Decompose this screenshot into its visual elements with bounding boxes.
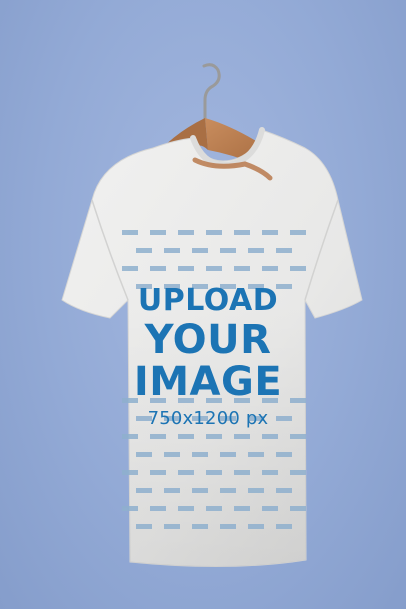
dash-mark [178, 230, 194, 235]
dash-mark [262, 266, 278, 271]
dash-mark [150, 230, 166, 235]
dash-mark [192, 488, 208, 493]
dash-mark [122, 506, 138, 511]
placeholder-line-your: YOUR [144, 317, 272, 363]
placeholder-line-image: IMAGE [133, 359, 283, 405]
dash-mark [234, 434, 250, 439]
upload-placeholder[interactable]: UPLOAD YOUR IMAGE 750x1200 px [118, 286, 298, 428]
placeholder-line-upload: UPLOAD [137, 283, 279, 318]
dash-mark [206, 434, 222, 439]
dash-mark [290, 506, 306, 511]
dash-mark [290, 470, 306, 475]
dash-mark [192, 248, 208, 253]
dash-mark [178, 506, 194, 511]
dash-mark [164, 524, 180, 529]
dash-mark [136, 248, 152, 253]
dash-mark [150, 470, 166, 475]
dash-mark [248, 248, 264, 253]
dash-mark [192, 524, 208, 529]
dash-mark [290, 266, 306, 271]
dash-mark [206, 230, 222, 235]
dash-mark [234, 506, 250, 511]
dash-mark [262, 230, 278, 235]
dash-mark [220, 524, 236, 529]
dash-mark [122, 434, 138, 439]
dash-mark [276, 524, 292, 529]
dash-mark [262, 470, 278, 475]
dash-mark [164, 452, 180, 457]
dash-mark [276, 248, 292, 253]
dash-mark [234, 470, 250, 475]
dash-mark [248, 452, 264, 457]
dash-mark [206, 470, 222, 475]
dash-mark [136, 452, 152, 457]
dash-mark [276, 488, 292, 493]
dash-mark [234, 266, 250, 271]
dash-mark [206, 506, 222, 511]
dash-mark [164, 248, 180, 253]
dash-mark [164, 488, 180, 493]
dash-mark [262, 434, 278, 439]
dash-mark [234, 230, 250, 235]
dash-mark [248, 488, 264, 493]
dash-mark [290, 230, 306, 235]
dash-mark [122, 266, 138, 271]
dash-mark [220, 488, 236, 493]
dash-mark [290, 434, 306, 439]
dash-mark [150, 506, 166, 511]
dash-mark [178, 470, 194, 475]
dash-mark [192, 452, 208, 457]
dash-mark [150, 266, 166, 271]
dash-mark [178, 266, 194, 271]
dash-mark [122, 230, 138, 235]
mockup-scene: UPLOAD YOUR IMAGE 750x1200 px [0, 0, 406, 609]
dash-mark [276, 452, 292, 457]
dash-mark [248, 524, 264, 529]
placeholder-dimensions: 750x1200 px [147, 408, 269, 429]
dash-mark [136, 524, 152, 529]
dash-mark [150, 434, 166, 439]
dash-mark [220, 452, 236, 457]
dash-mark [136, 488, 152, 493]
dash-mark [122, 470, 138, 475]
dash-mark [220, 248, 236, 253]
dash-mark [206, 266, 222, 271]
dash-mark [178, 434, 194, 439]
dash-mark [262, 506, 278, 511]
